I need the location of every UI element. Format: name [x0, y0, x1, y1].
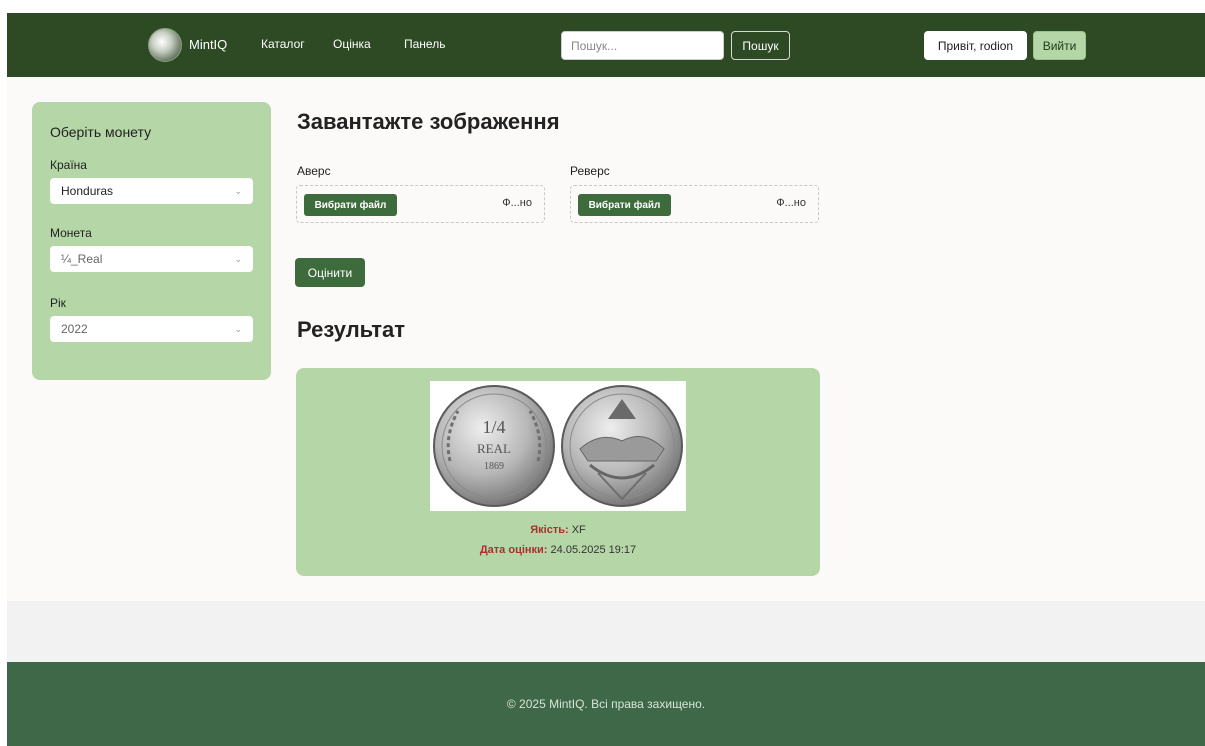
reverse-file-status: Ф...но: [776, 197, 806, 209]
user-greeting-button[interactable]: Привіт, rodion: [924, 31, 1027, 60]
coin-denomination-text: REAL: [477, 441, 511, 456]
spacer-strip: [7, 601, 1205, 662]
date-label: Дата оцінки:: [479, 544, 548, 556]
chevron-down-icon: ⌄: [234, 185, 242, 196]
country-value: Honduras: [61, 184, 114, 198]
year-label: Рік: [50, 296, 66, 310]
year-select[interactable]: 2022 ⌄: [50, 316, 253, 342]
year-value: 2022: [61, 322, 88, 336]
panel-title: Оберіть монету: [50, 124, 152, 140]
coin-value: ¼_Real: [61, 252, 103, 266]
top-navbar: MintIQ Каталог Оцінка Панель Пошук Приві…: [7, 13, 1205, 77]
coin-fraction-text: 1/4: [482, 417, 505, 437]
nav-dashboard[interactable]: Панель: [404, 37, 445, 51]
brand-name[interactable]: MintIQ: [189, 37, 227, 52]
logo-coin-icon[interactable]: [148, 28, 182, 62]
country-select[interactable]: Honduras ⌄: [50, 178, 253, 204]
reverse-file-input[interactable]: Вибрати файл Ф...но: [570, 185, 819, 223]
nav-catalog[interactable]: Каталог: [261, 37, 305, 51]
search-input[interactable]: [561, 31, 724, 60]
footer-copyright: © 2025 MintIQ. Всі права захищено.: [506, 697, 706, 711]
obverse-label: Аверс: [297, 164, 331, 178]
obverse-choose-file-button[interactable]: Вибрати файл: [304, 194, 397, 216]
quality-line: Якість: XF: [296, 524, 820, 536]
date-line: Дата оцінки: 24.05.2025 19:17: [296, 544, 820, 556]
date-value: 24.05.2025 19:17: [550, 544, 637, 556]
app-frame: MintIQ Каталог Оцінка Панель Пошук Приві…: [7, 13, 1205, 746]
coin-label: Монета: [50, 226, 92, 240]
coin-image: 1/4 REAL 1869: [433, 385, 683, 507]
evaluate-button[interactable]: Оцінити: [295, 258, 365, 287]
quality-label: Якість:: [530, 524, 569, 536]
logout-button[interactable]: Вийти: [1033, 31, 1086, 60]
obverse-file-status: Ф...но: [502, 197, 532, 209]
coin-photo: 1/4 REAL 1869: [430, 381, 686, 511]
obverse-file-input[interactable]: Вибрати файл Ф...но: [296, 185, 545, 223]
reverse-choose-file-button[interactable]: Вибрати файл: [578, 194, 671, 216]
upload-heading: Завантажте зображення: [297, 109, 560, 134]
search-button[interactable]: Пошук: [731, 31, 790, 60]
reverse-label: Реверс: [570, 164, 610, 178]
result-heading: Результат: [297, 317, 406, 342]
quality-value: XF: [571, 524, 586, 536]
result-card: 1/4 REAL 1869 Якість: XF Дата оцінки: 24…: [296, 368, 820, 576]
country-label: Країна: [50, 158, 87, 172]
chevron-down-icon: ⌄: [234, 253, 242, 264]
coin-year-text: 1869: [484, 461, 504, 472]
footer: © 2025 MintIQ. Всі права захищено.: [7, 662, 1205, 746]
nav-evaluation[interactable]: Оцінка: [333, 37, 371, 51]
chevron-down-icon: ⌄: [234, 323, 242, 334]
coin-select[interactable]: ¼_Real ⌄: [50, 246, 253, 272]
coin-selector-panel: Оберіть монету Країна Honduras ⌄ Монета …: [32, 102, 271, 380]
